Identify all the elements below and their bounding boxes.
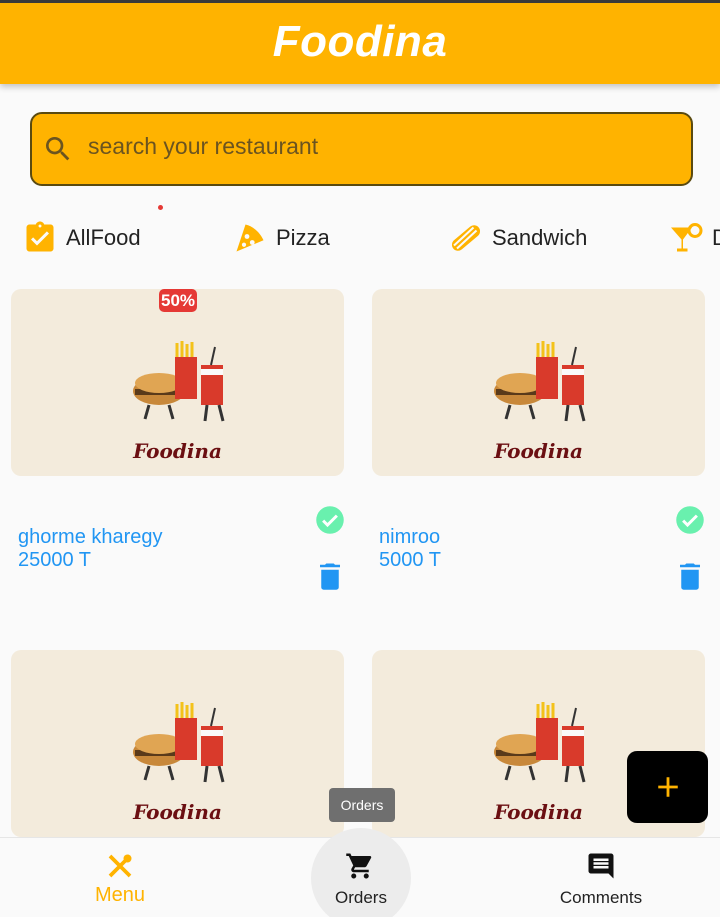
nav-label: Comments [559,888,643,907]
category-drinks[interactable]: D [668,218,720,258]
nav-label: Orders [335,888,387,907]
search-placeholder: search your restaurant [88,133,319,159]
nav-label: Menu [94,884,146,906]
nav-comments[interactable]: Comments [481,837,720,917]
plus-icon [657,777,678,797]
item-name: nimroo [379,526,441,548]
pizza-icon [236,224,264,252]
cocktail-icon [671,223,703,252]
card-brand: Foodina [494,439,583,463]
indicator-dot [158,205,163,210]
item-price: 25000 T [18,549,92,571]
food-card-image[interactable]: Foodina [11,289,344,476]
hotdog-icon [451,225,481,251]
card-brand: Foodina [133,800,222,824]
category-pizza[interactable]: Pizza [232,218,330,258]
add-button[interactable] [627,751,708,823]
category-allfood[interactable]: AllFood [22,218,141,258]
assignment-check-icon [26,221,54,252]
food-mascot-illustration [494,341,586,422]
check-circle-icon[interactable] [675,505,705,535]
category-sandwich[interactable]: Sandwich [448,218,587,258]
orders-tooltip: Orders [329,788,395,822]
food-mascot-illustration [133,702,225,783]
discount-badge: 50% [159,289,197,312]
category-label: AllFood [66,225,141,250]
item-price: 5000 T [379,549,441,571]
search-icon [46,137,70,161]
food-card-image[interactable]: Foodina [11,650,344,837]
card-brand: Foodina [133,439,222,463]
app-bar: Foodina [0,0,720,84]
category-label: D [712,225,720,250]
cart-icon [346,853,372,879]
nav-orders[interactable]: Orders [241,837,481,917]
category-label: Sandwich [492,225,588,250]
category-label: Pizza [276,225,330,250]
item-name: ghorme kharegy [18,526,163,548]
nav-menu[interactable]: Menu [0,837,240,917]
app-title: Foodina [272,17,448,66]
food-mascot-illustration [133,341,225,422]
restaurant-icon [108,854,132,878]
food-card-image[interactable]: Foodina [372,289,705,476]
comment-icon [588,853,614,879]
food-mascot-illustration [494,702,586,783]
check-circle-icon[interactable] [315,505,345,535]
delete-icon[interactable] [677,561,703,591]
delete-icon[interactable] [317,561,343,591]
